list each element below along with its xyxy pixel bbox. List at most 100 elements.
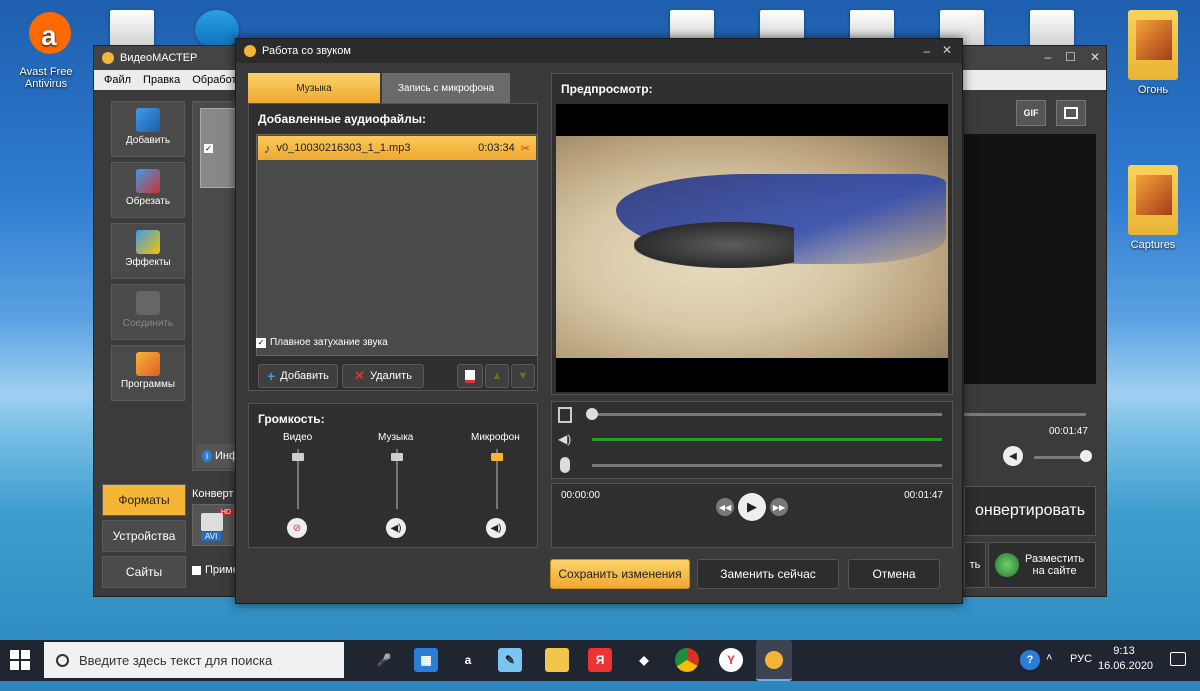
format-card-avi[interactable]: HD AVI xyxy=(192,504,234,546)
trim-audio-icon[interactable]: ✂ xyxy=(521,142,536,155)
cancel-button[interactable]: Отмена xyxy=(848,559,940,589)
desktop-icon-captures[interactable]: Captures xyxy=(1115,165,1191,251)
add-audio-button[interactable]: + Добавить xyxy=(258,364,338,388)
gif-button[interactable]: GIF xyxy=(1016,100,1046,126)
add-video-icon xyxy=(136,108,160,132)
help-icon[interactable]: ? xyxy=(1020,650,1040,670)
search-icon xyxy=(56,653,69,667)
paint-icon[interactable]: ✎ xyxy=(498,648,522,672)
prev-button[interactable]: ◀◀ xyxy=(716,498,734,516)
main-seek-track[interactable] xyxy=(964,413,1086,416)
yandex-browser-icon[interactable]: Я xyxy=(588,648,612,672)
plus-icon: + xyxy=(267,368,276,384)
burn-button[interactable]: ть xyxy=(964,542,986,588)
yandex-icon[interactable]: Y xyxy=(719,648,743,672)
videomaster-taskbar-icon[interactable] xyxy=(756,640,792,681)
tab-formats[interactable]: Форматы xyxy=(102,484,186,516)
audio-list-panel: Добавленные аудиофайлы: ♪ v0_10030216303… xyxy=(248,103,538,391)
taskbar-app-icon[interactable]: 🎤 xyxy=(372,648,396,672)
next-button[interactable]: ▶▶ xyxy=(770,498,788,516)
tab-microphone[interactable]: Запись с микрофона xyxy=(382,73,510,103)
save-changes-button[interactable]: Сохранить изменения xyxy=(550,559,690,589)
avi-badge: AVI xyxy=(201,532,222,541)
video-volume-knob[interactable] xyxy=(292,453,304,461)
desktop-icon-avast[interactable]: a Avast Free Antivirus xyxy=(8,6,84,90)
delete-audio-button[interactable]: ✕ Удалить xyxy=(342,364,424,388)
menu-edit[interactable]: Правка xyxy=(143,74,180,86)
chrome-icon[interactable] xyxy=(675,648,699,672)
remove-all-button[interactable] xyxy=(457,364,483,388)
menu-file[interactable]: Файл xyxy=(104,74,131,86)
video-track[interactable] xyxy=(588,413,942,416)
dialog-close-icon[interactable]: ✕ xyxy=(942,43,952,57)
add-audio-label: Добавить xyxy=(280,370,329,382)
main-volume-icon[interactable]: ◀ xyxy=(1003,446,1023,466)
video-mute-icon[interactable]: ⊘ xyxy=(287,518,307,538)
effects-button[interactable]: Эффекты xyxy=(111,223,185,279)
video-checkbox[interactable]: ✓ xyxy=(204,144,213,153)
preview-header: Предпросмотр: xyxy=(561,82,653,96)
add-button-main[interactable]: Добавить xyxy=(111,101,185,157)
fullscreen-icon xyxy=(1064,107,1078,119)
audio-dialog: Работа со звуком – ✕ Музыка Запись с мик… xyxy=(235,38,963,604)
search-box[interactable]: Введите здесь текст для поиска xyxy=(44,642,344,678)
desktop-icon-label: Avast Free Antivirus xyxy=(19,66,73,90)
dropbox-icon[interactable]: ◆ xyxy=(632,648,656,672)
desktop-icon-fire-folder[interactable]: Огонь xyxy=(1115,10,1191,96)
mic-track[interactable] xyxy=(592,464,942,467)
fullscreen-button[interactable] xyxy=(1056,100,1086,126)
arrow-up-icon: ▲ xyxy=(491,370,503,382)
tab-music[interactable]: Музыка xyxy=(248,73,380,103)
mic-volume-icon[interactable]: ◀) xyxy=(486,518,506,538)
main-preview-video xyxy=(964,134,1096,384)
main-volume-knob[interactable] xyxy=(1080,450,1092,462)
music-volume-knob[interactable] xyxy=(391,453,403,461)
audio-file-row[interactable]: ♪ v0_10030216303_1_1.mp3 0:03:34 ✂ xyxy=(258,136,536,160)
mic-volume-knob[interactable] xyxy=(491,453,503,461)
close-icon[interactable]: ✕ xyxy=(1090,50,1100,64)
info-tab[interactable]: i Инф xyxy=(196,444,238,468)
convert-button[interactable]: онвертировать xyxy=(964,486,1096,536)
time-start: 00:00:00 xyxy=(561,490,600,501)
time-end: 00:01:47 xyxy=(904,490,943,501)
replace-now-button[interactable]: Заменить сейчас xyxy=(697,559,839,589)
cat-image xyxy=(634,222,794,268)
desktop-icon-partial[interactable] xyxy=(1030,10,1074,50)
chevron-up-icon[interactable]: ˄ xyxy=(1046,652,1052,664)
apply-checkbox[interactable]: Приме xyxy=(192,564,239,576)
tab-sites[interactable]: Сайты xyxy=(102,556,186,588)
microphone-icon xyxy=(560,457,570,473)
clock[interactable]: 9:13 16.06.2020 xyxy=(1098,644,1154,674)
playback-panel: 00:00:00 00:01:47 ◀◀ ▶ ▶▶ xyxy=(551,483,953,548)
trim-button[interactable]: Обрезать xyxy=(111,162,185,218)
minimize-icon[interactable]: – xyxy=(1044,50,1051,64)
move-up-button[interactable]: ▲ xyxy=(485,364,509,388)
notifications-icon[interactable] xyxy=(1170,652,1186,666)
add-button-label: Добавить xyxy=(125,135,171,146)
play-button[interactable]: ▶ xyxy=(738,493,766,521)
fade-checkbox[interactable]: ✓ Плавное затухание звука xyxy=(256,337,388,348)
move-down-button[interactable]: ▼ xyxy=(511,364,535,388)
main-volume-track[interactable] xyxy=(1034,456,1084,459)
maximize-icon[interactable]: ☐ xyxy=(1065,50,1076,64)
programs-button[interactable]: Программы xyxy=(111,345,185,401)
fade-label: Плавное затухание звука xyxy=(270,337,388,348)
amazon-icon[interactable]: a xyxy=(456,648,480,672)
delete-audio-label: Удалить xyxy=(369,370,412,382)
start-button[interactable] xyxy=(10,650,30,670)
clock-date: 16.06.2020 xyxy=(1098,660,1154,672)
dialog-minimize-icon[interactable]: – xyxy=(923,44,930,58)
menu-processing[interactable]: Обработ xyxy=(192,74,236,86)
music-volume-icon[interactable]: ◀) xyxy=(386,518,406,538)
desktop-icon-partial[interactable] xyxy=(195,10,239,50)
desktop-icon-partial[interactable] xyxy=(110,10,154,50)
explorer-icon[interactable] xyxy=(545,648,569,672)
tab-devices[interactable]: Устройства xyxy=(102,520,186,552)
join-button[interactable]: Соединить xyxy=(111,284,185,340)
seek-knob[interactable] xyxy=(586,408,598,420)
music-track[interactable] xyxy=(592,438,942,441)
store-icon[interactable]: ▦ xyxy=(414,648,438,672)
globe-icon xyxy=(995,553,1019,577)
language-indicator[interactable]: РУС xyxy=(1070,653,1092,665)
publish-button[interactable]: Разместить на сайте xyxy=(988,542,1096,588)
